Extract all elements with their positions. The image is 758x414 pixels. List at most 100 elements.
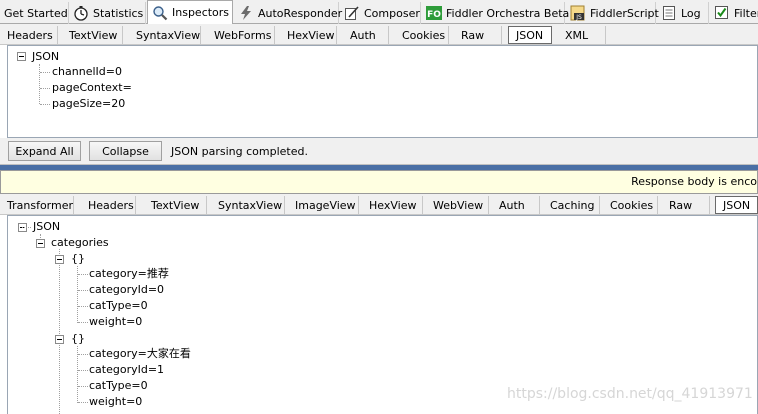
tree-item[interactable]: weight=0 <box>89 315 142 329</box>
tree-item[interactable]: catType=0 <box>89 379 148 393</box>
request-tab-textview[interactable]: TextView <box>62 26 123 44</box>
stopwatch-icon <box>73 5 89 21</box>
collapse-toggle-icon[interactable] <box>55 255 64 264</box>
tree-guide-line <box>22 227 31 228</box>
tab-label: Headers <box>88 198 134 212</box>
tab-label: Caching <box>550 198 595 212</box>
tab-label: Cookies <box>610 198 654 212</box>
tab-label: SyntaxView <box>218 198 283 212</box>
tab-label: WebForms <box>214 28 272 42</box>
request-tab-auth[interactable]: Auth <box>343 26 389 44</box>
tree-guide-line <box>78 290 88 291</box>
request-inspector-tabs: Headers TextView SyntaxView WebForms Hex… <box>0 24 758 45</box>
json-parse-status: JSON parsing completed. <box>171 145 308 158</box>
fo-icon: FO <box>426 5 442 21</box>
tab-composer[interactable]: Composer <box>340 2 421 24</box>
tab-label: Log <box>681 6 701 20</box>
tree-guide-line <box>78 354 88 355</box>
request-tab-raw[interactable]: Raw <box>454 26 502 44</box>
log-icon <box>661 5 677 21</box>
tab-label: Cookies <box>402 28 446 42</box>
tab-inspectors[interactable]: Inspectors <box>147 0 233 25</box>
request-tab-xml[interactable]: XML <box>558 26 606 44</box>
tree-node-object[interactable]: {} <box>71 332 85 346</box>
response-tab-transformer[interactable]: Transformer <box>0 196 74 214</box>
tab-label: Composer <box>364 6 420 20</box>
tree-item[interactable]: channelId=0 <box>52 65 122 79</box>
tab-autoresponder[interactable]: AutoResponder <box>234 2 343 24</box>
tab-label: HexView <box>369 198 417 212</box>
tree-guide-line <box>78 402 88 403</box>
response-json-tree[interactable]: JSON categories {} category=推荐 categoryI… <box>7 215 758 414</box>
request-tab-syntaxview[interactable]: SyntaxView <box>129 26 201 44</box>
tree-guide-line <box>78 322 88 323</box>
tree-item[interactable]: pageSize=20 <box>52 97 125 111</box>
tree-item[interactable]: categoryId=0 <box>89 283 164 297</box>
tab-label: HexView <box>287 28 335 42</box>
tab-statistics[interactable]: Statistics <box>69 2 146 24</box>
response-tab-cookies[interactable]: Cookies <box>603 196 658 214</box>
request-tab-cookies[interactable]: Cookies <box>395 26 449 44</box>
tab-label: Headers <box>7 28 53 42</box>
tab-label: Raw <box>461 28 485 42</box>
tab-filters[interactable]: Filters <box>710 2 758 24</box>
tab-label: Auth <box>350 28 376 42</box>
tree-item[interactable]: weight=0 <box>89 395 142 409</box>
response-tab-caching[interactable]: Caching <box>543 196 600 214</box>
tab-fiddler-orchestra[interactable]: FO Fiddler Orchestra Beta <box>422 2 569 24</box>
tree-node-categories[interactable]: categories <box>51 236 109 250</box>
response-tab-hexview[interactable]: HexView <box>362 196 423 214</box>
tree-item[interactable]: category=大家在看 <box>89 347 191 361</box>
collapse-toggle-icon[interactable] <box>17 52 26 61</box>
request-tab-json[interactable]: JSON <box>508 26 552 44</box>
lightning-icon <box>238 5 254 21</box>
tab-label: Raw <box>669 198 693 212</box>
tree-guide-line <box>39 64 40 104</box>
collapse-toggle-icon[interactable] <box>55 335 64 344</box>
response-tab-raw[interactable]: Raw <box>662 196 710 214</box>
request-tab-webforms[interactable]: WebForms <box>207 26 275 44</box>
request-tab-hexview[interactable]: HexView <box>280 26 337 44</box>
response-tab-webview[interactable]: WebView <box>426 196 489 214</box>
tab-label: XML <box>565 28 589 42</box>
tree-guide-line <box>40 72 50 73</box>
tab-label: JSON <box>516 28 544 42</box>
response-tab-imageview[interactable]: ImageView <box>288 196 359 214</box>
tree-guide-line <box>78 370 88 371</box>
script-icon-text: JS <box>575 14 582 21</box>
tab-label: Filters <box>734 6 758 20</box>
response-tab-syntaxview[interactable]: SyntaxView <box>211 196 285 214</box>
response-tab-textview[interactable]: TextView <box>144 196 207 214</box>
tab-label: Fiddler Orchestra Beta <box>446 6 570 20</box>
tree-node-object[interactable]: {} <box>71 252 85 266</box>
response-tab-headers[interactable]: Headers <box>81 196 136 214</box>
tree-item[interactable]: category=推荐 <box>89 267 169 281</box>
tab-label: TextView <box>69 28 118 42</box>
tab-label: Get Started <box>4 6 68 20</box>
tree-item[interactable]: categoryId=1 <box>89 363 164 377</box>
collapse-button[interactable]: Collapse <box>89 141 162 161</box>
tree-guide-line <box>78 306 88 307</box>
fo-icon-text: FO <box>427 10 441 20</box>
tree-item[interactable]: catType=0 <box>89 299 148 313</box>
request-tab-headers[interactable]: Headers <box>0 26 58 44</box>
response-encoding-warning[interactable]: Response body is enco <box>0 170 758 194</box>
tab-fiddlerscript[interactable]: JS FiddlerScript <box>566 2 659 24</box>
tab-label: AutoResponder <box>258 6 343 20</box>
magnifier-icon <box>152 5 168 21</box>
script-icon: JS <box>570 5 586 21</box>
tab-label: WebView <box>433 198 484 212</box>
request-json-tree[interactable]: JSON channelId=0 pageContext= pageSize=2… <box>7 45 758 138</box>
collapse-toggle-icon[interactable] <box>36 239 45 248</box>
response-tab-auth[interactable]: Auth <box>492 196 540 214</box>
response-tab-json[interactable]: JSON <box>715 196 758 214</box>
tree-guide-line <box>59 249 60 414</box>
tree-root-json[interactable]: JSON <box>33 220 60 234</box>
tab-label: Transformer <box>7 198 74 212</box>
tree-item[interactable]: pageContext= <box>52 81 132 95</box>
checkbox-icon <box>714 5 730 21</box>
tree-root-json[interactable]: JSON <box>32 50 59 64</box>
tab-get-started[interactable]: Get Started <box>0 2 69 24</box>
expand-all-button[interactable]: Expand All <box>8 141 81 161</box>
tab-log[interactable]: Log <box>657 2 709 24</box>
